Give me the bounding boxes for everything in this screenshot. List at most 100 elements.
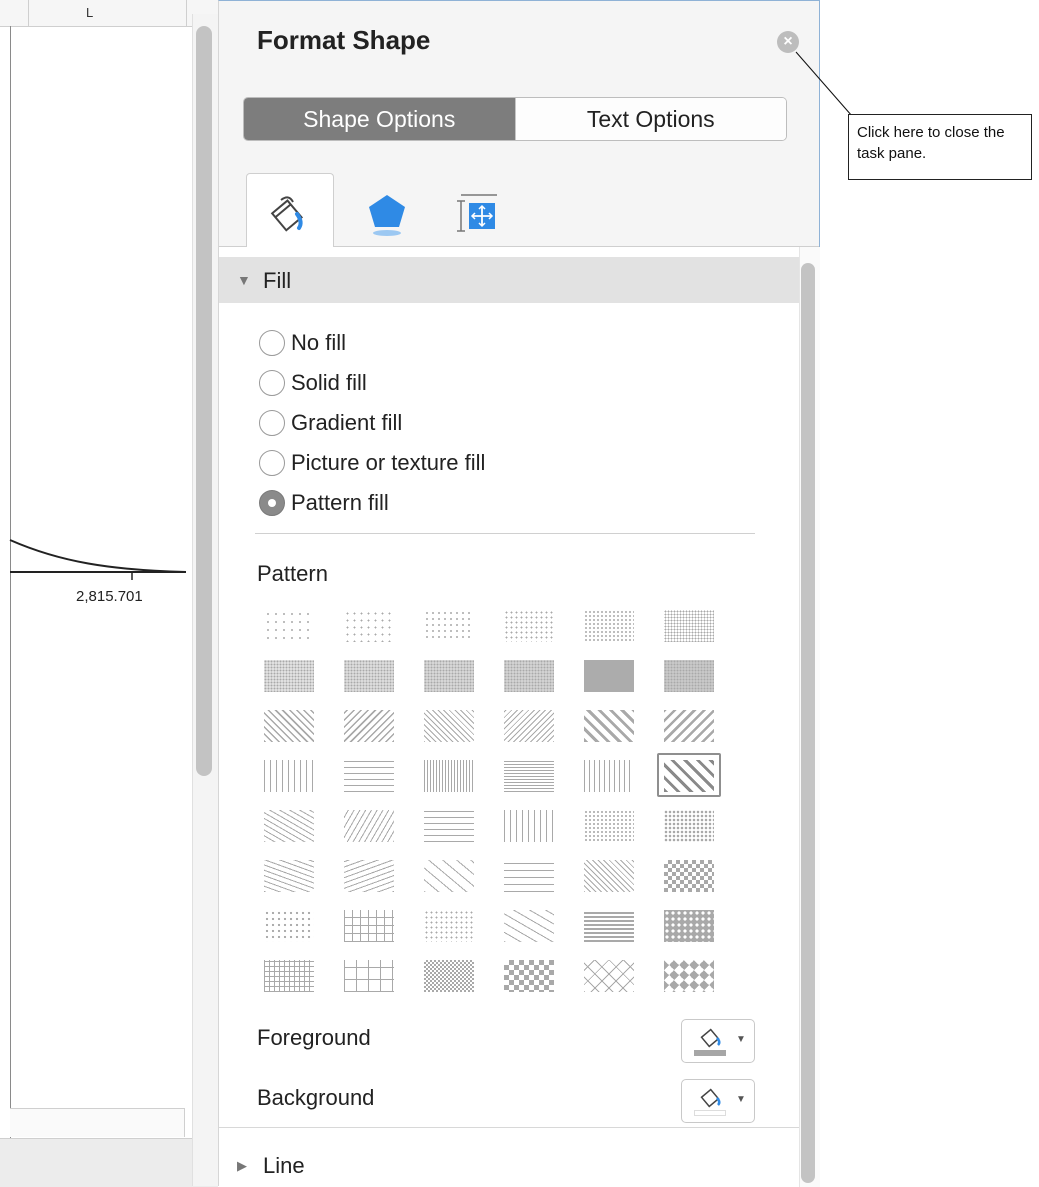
line-section-label: Line (263, 1153, 305, 1178)
pattern-swatch[interactable] (417, 653, 481, 697)
radio-no-fill[interactable]: No fill (259, 326, 346, 360)
pattern-preview (664, 810, 714, 842)
pattern-preview (344, 860, 394, 892)
pattern-preview (504, 860, 554, 892)
radio-label: Picture or texture fill (291, 450, 486, 475)
callout-box: Click here to close the task pane. (848, 114, 1032, 180)
pattern-swatch[interactable] (497, 803, 561, 847)
pattern-swatch[interactable] (337, 903, 401, 947)
pattern-preview (344, 910, 394, 942)
pattern-swatch[interactable] (577, 803, 641, 847)
radio-button[interactable] (259, 450, 285, 476)
pattern-preview (664, 660, 714, 692)
pattern-preview (264, 760, 314, 792)
pattern-preview (664, 760, 714, 792)
pattern-swatch[interactable] (657, 603, 721, 647)
pattern-preview (584, 760, 634, 792)
pattern-preview (424, 610, 474, 642)
pattern-swatch[interactable] (657, 903, 721, 947)
radio-gradient-fill[interactable]: Gradient fill (259, 406, 402, 440)
pattern-swatch[interactable] (257, 753, 321, 797)
pattern-swatch[interactable] (417, 853, 481, 897)
pattern-preview (264, 660, 314, 692)
pattern-swatch[interactable] (497, 653, 561, 697)
radio-button[interactable] (259, 410, 285, 436)
pattern-swatch[interactable] (657, 953, 721, 997)
pattern-swatch[interactable] (337, 803, 401, 847)
pattern-swatch[interactable] (257, 603, 321, 647)
pattern-preview (664, 860, 714, 892)
pattern-preview (424, 760, 474, 792)
foreground-label: Foreground (257, 1025, 371, 1050)
background-color-button[interactable]: ▼ (681, 1079, 755, 1123)
pattern-swatch[interactable] (337, 753, 401, 797)
pattern-swatch[interactable] (577, 753, 641, 797)
pattern-swatch[interactable] (577, 903, 641, 947)
pattern-preview (584, 810, 634, 842)
radio-pattern-fill[interactable]: Pattern fill (259, 486, 389, 520)
radio-button-checked[interactable] (259, 490, 285, 516)
foreground-color-button[interactable]: ▼ (681, 1019, 755, 1063)
horizontal-scrollbar[interactable] (10, 1108, 185, 1137)
pattern-swatch[interactable] (497, 953, 561, 997)
pattern-swatch[interactable] (497, 903, 561, 947)
pattern-swatch[interactable] (577, 853, 641, 897)
pattern-swatch[interactable] (257, 953, 321, 997)
pattern-preview (264, 860, 314, 892)
pattern-swatch[interactable] (497, 703, 561, 747)
pattern-swatch[interactable] (417, 803, 481, 847)
chevron-down-icon: ▼ (736, 1094, 746, 1105)
pattern-swatch[interactable] (257, 803, 321, 847)
pattern-swatch[interactable] (417, 753, 481, 797)
pattern-swatch[interactable] (257, 653, 321, 697)
pattern-swatch[interactable] (257, 703, 321, 747)
section-divider (255, 533, 755, 534)
pattern-preview (584, 710, 634, 742)
radio-button[interactable] (259, 330, 285, 356)
radio-button[interactable] (259, 370, 285, 396)
foreground-color-swatch (694, 1050, 726, 1056)
pattern-swatch[interactable] (337, 653, 401, 697)
fill-section-header[interactable]: ▼ Fill (219, 257, 799, 303)
pattern-swatch[interactable] (577, 653, 641, 697)
line-section-header[interactable]: ▶ Line (219, 1147, 799, 1187)
pattern-preview (504, 760, 554, 792)
pattern-preview (584, 860, 634, 892)
pattern-swatch[interactable] (417, 703, 481, 747)
pattern-swatch[interactable] (657, 803, 721, 847)
pattern-swatch[interactable] (337, 853, 401, 897)
pattern-swatch[interactable] (657, 853, 721, 897)
pattern-preview (664, 710, 714, 742)
pattern-preview (344, 960, 394, 992)
chevron-down-icon: ▼ (736, 1034, 746, 1045)
pattern-preview (504, 660, 554, 692)
radio-solid-fill[interactable]: Solid fill (259, 366, 367, 400)
pattern-swatch[interactable] (497, 853, 561, 897)
pattern-preview (344, 660, 394, 692)
pattern-swatch[interactable] (657, 753, 721, 797)
pattern-swatch[interactable] (417, 903, 481, 947)
pattern-swatch[interactable] (577, 953, 641, 997)
paint-bucket-icon (700, 1088, 721, 1108)
pattern-swatch[interactable] (657, 653, 721, 697)
pattern-swatch[interactable] (337, 703, 401, 747)
pane-content: ▼ Fill No fill Solid fill Gradient fill … (219, 247, 799, 1187)
pattern-swatch[interactable] (577, 703, 641, 747)
pattern-swatch[interactable] (417, 953, 481, 997)
pattern-swatch[interactable] (657, 703, 721, 747)
pattern-swatch[interactable] (417, 603, 481, 647)
pattern-swatch[interactable] (257, 853, 321, 897)
pattern-swatch[interactable] (337, 953, 401, 997)
pattern-swatch[interactable] (337, 603, 401, 647)
pattern-swatch[interactable] (497, 603, 561, 647)
pane-scroll-thumb[interactable] (801, 263, 815, 1183)
background-color-swatch (694, 1110, 726, 1116)
pattern-preview (424, 810, 474, 842)
pattern-preview (424, 660, 474, 692)
pattern-swatch[interactable] (497, 753, 561, 797)
axis-tick-label: 2,815.701 (76, 588, 143, 605)
pattern-swatch[interactable] (257, 903, 321, 947)
radio-picture-texture-fill[interactable]: Picture or texture fill (259, 446, 485, 480)
pattern-swatch[interactable] (577, 603, 641, 647)
sheet-status-strip (0, 1138, 218, 1187)
